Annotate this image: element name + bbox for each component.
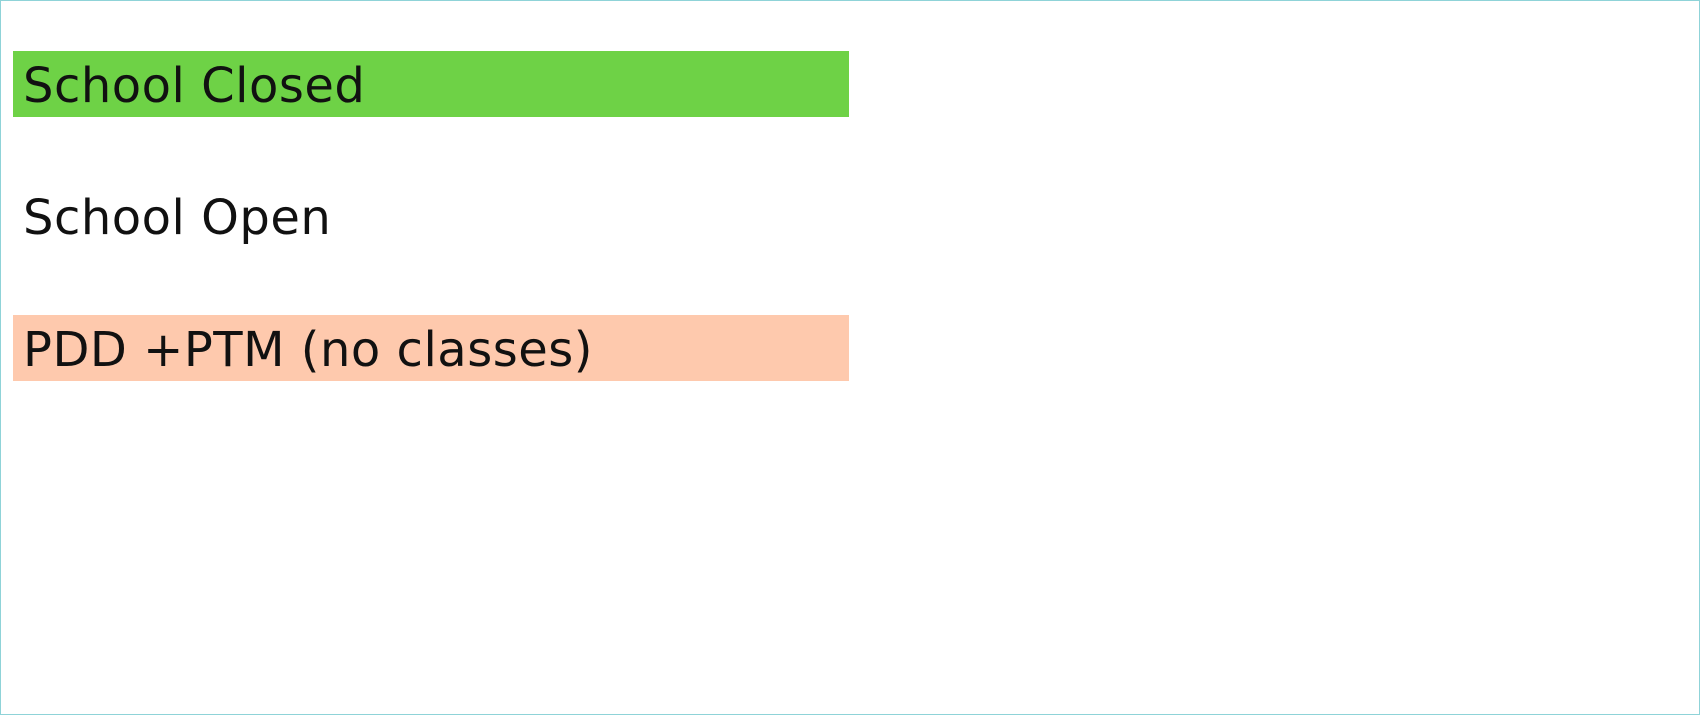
legend-item-pdd-ptm: PDD +PTM (no classes) [13,315,849,381]
legend-label-pdd-ptm: PDD +PTM (no classes) [23,322,593,378]
legend-label-school-open: School Open [23,190,332,246]
legend-frame: School Closed School Open PDD +PTM (no c… [0,0,1700,715]
frame-gap [1,534,5,670]
legend-item-school-closed: School Closed [13,51,849,117]
legend-list: School Closed School Open PDD +PTM (no c… [13,51,849,381]
legend-label-school-closed: School Closed [23,58,366,114]
legend-item-school-open: School Open [13,183,849,249]
